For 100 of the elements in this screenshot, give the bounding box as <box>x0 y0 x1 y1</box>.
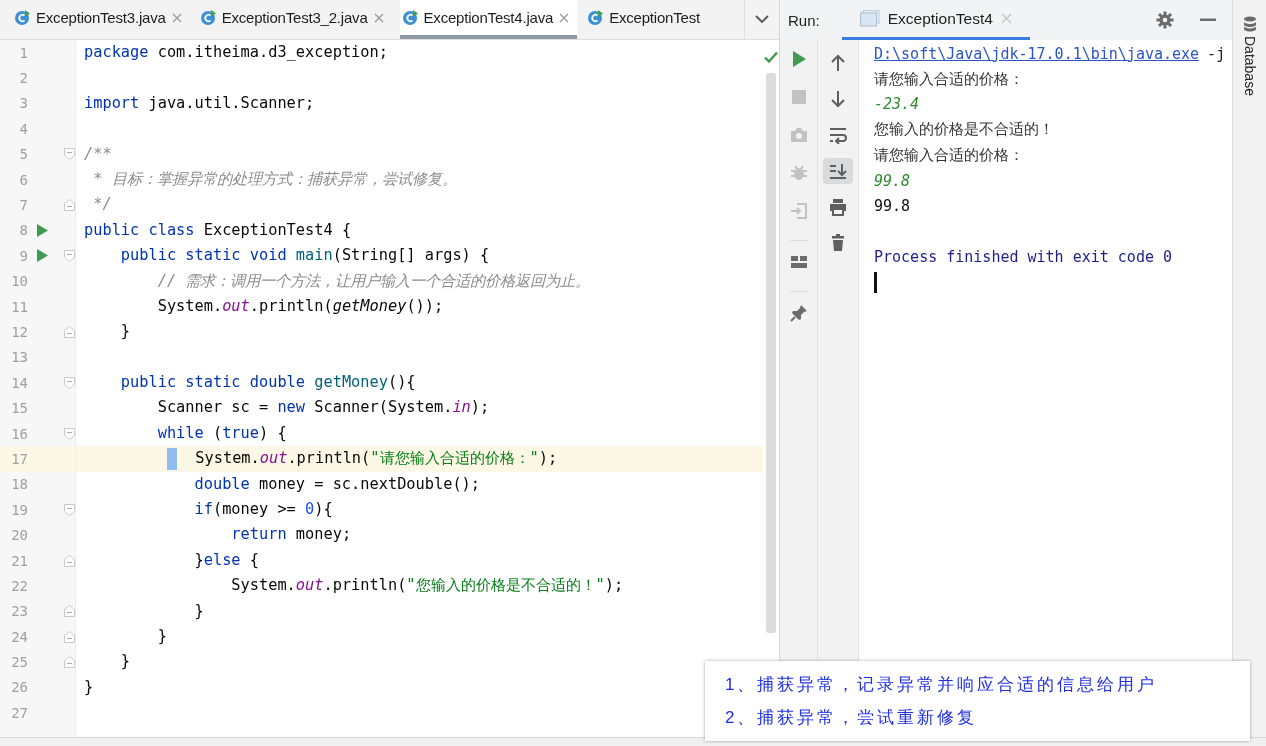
line-number: 17 <box>10 450 28 467</box>
line-number: 14 <box>10 374 28 391</box>
pin-icon[interactable] <box>789 304 808 322</box>
line-number: 18 <box>10 476 28 493</box>
line-number: 3 <box>18 95 28 112</box>
console-text: Process finished with exit code 0 <box>874 247 1172 266</box>
console-text: 请您输入合适的价格： <box>874 145 1024 165</box>
code-line: package com.itheima.d3_exception; <box>84 43 388 61</box>
wrap-icon[interactable] <box>829 126 847 144</box>
fold-icon[interactable] <box>64 656 75 669</box>
code-line: return money; <box>230 525 352 544</box>
line-number: 6 <box>18 171 28 188</box>
line-number: 2 <box>18 70 28 87</box>
code-line: } <box>119 652 131 671</box>
editor-tab[interactable]: ExceptionTest3.java <box>12 0 190 39</box>
fold-icon[interactable] <box>64 630 75 643</box>
editor-tab[interactable]: ExceptionTest <box>585 0 708 39</box>
code-line: } <box>84 677 94 696</box>
console-link[interactable]: D:\soft\Java\jdk-17.0.1\bin\java.exe <box>874 44 1200 63</box>
line-number: 9 <box>18 247 28 264</box>
print-icon[interactable] <box>829 198 847 216</box>
toggle-button[interactable] <box>823 158 853 184</box>
run-icon[interactable] <box>36 223 48 237</box>
fold-icon[interactable] <box>64 326 75 338</box>
line-number: 1 <box>18 44 28 61</box>
code-line: import java.util.Scanner; <box>84 93 315 112</box>
code-line: public static double getMoney(){ <box>119 373 416 392</box>
settings-icon[interactable] <box>1156 11 1174 29</box>
annotation-text: 2、捕获异常，尝试重新修复 <box>725 707 979 729</box>
class-file-icon <box>199 9 216 26</box>
arrow-down-icon[interactable] <box>829 90 847 108</box>
console-text: 99.8 <box>874 197 911 216</box>
line-number: 23 <box>10 603 28 620</box>
code-line: } <box>193 601 204 620</box>
panel-label: Run: <box>788 11 820 29</box>
code-line: } <box>119 322 131 341</box>
line-number: 24 <box>10 628 28 645</box>
scrollbar[interactable] <box>766 73 776 633</box>
line-number: 25 <box>10 654 28 671</box>
code-line: */ <box>92 195 112 214</box>
code-line: * 目标：掌握异常的处理方式：捕获异常，尝试修复。 <box>92 169 457 188</box>
console-text: -j <box>1207 44 1226 63</box>
line-number: 21 <box>10 552 28 569</box>
console-text: 您输入的价格是不合适的！ <box>874 120 1054 140</box>
fold-icon[interactable] <box>64 249 75 262</box>
console-text: 请您输入合适的价格： <box>874 69 1024 89</box>
line-number: 20 <box>10 527 28 544</box>
class-file-icon <box>14 9 30 26</box>
fold-icon[interactable] <box>64 554 75 567</box>
line-number: 15 <box>10 400 28 417</box>
fold-icon[interactable] <box>64 503 75 516</box>
class-file-icon <box>587 9 604 26</box>
line-number: 10 <box>10 273 28 290</box>
line-number: 26 <box>10 679 28 696</box>
editor-tab[interactable]: ExceptionTest3_2.java <box>197 0 392 39</box>
database-icon <box>1242 16 1257 32</box>
fold-icon[interactable] <box>64 427 75 440</box>
code-line: // 需求：调用一个方法，让用户输入一个合适的价格返回为止。 <box>156 271 591 290</box>
line-number: 22 <box>10 577 28 594</box>
code-line: Scanner sc = new Scanner(System.in); <box>156 398 490 417</box>
layout-icon[interactable] <box>789 253 808 271</box>
chevron-down-icon[interactable] <box>755 15 769 24</box>
run-tab[interactable]: ExceptionTest4 <box>841 0 1030 40</box>
code-line: if(money >= 0){ <box>193 500 333 519</box>
close-icon[interactable] <box>373 12 384 23</box>
code-line: while (true) { <box>156 423 287 442</box>
code-line: /** <box>84 144 112 163</box>
fold-icon[interactable] <box>64 148 75 161</box>
close-icon[interactable] <box>559 12 570 23</box>
line-number: 7 <box>18 197 28 214</box>
console-icon <box>859 10 880 27</box>
code-line: System.out.println("您输入的价格是不合适的！"); <box>230 576 624 595</box>
annotation-text: 1、捕获异常，记录异常并响应合适的信息给用户 <box>725 674 1159 696</box>
line-number: 4 <box>18 120 28 137</box>
line-number: 27 <box>10 704 28 721</box>
line-number: 12 <box>10 324 28 340</box>
line-number: 19 <box>10 501 28 518</box>
class-file-icon <box>401 9 418 26</box>
code-line: public class ExceptionTest4 { <box>84 220 352 239</box>
line-number: 5 <box>18 146 28 163</box>
line-number: 8 <box>18 222 28 239</box>
line-number: 13 <box>10 349 28 366</box>
close-icon[interactable] <box>1000 13 1012 24</box>
minimize-icon[interactable] <box>1200 18 1216 22</box>
typed-text: 99.8 <box>874 171 911 190</box>
code-line: System.out.println("请您输入合适的价格："); <box>84 449 558 468</box>
scroll-to-end-icon <box>829 162 847 180</box>
fold-icon[interactable] <box>64 376 75 389</box>
run-icon[interactable] <box>36 249 48 263</box>
code-line: } <box>156 627 167 645</box>
fold-icon[interactable] <box>64 605 75 618</box>
code-line: System.out.println(getMoney()); <box>156 296 444 315</box>
check-icon <box>763 49 779 65</box>
arrow-up-icon[interactable] <box>829 54 847 72</box>
editor-tab[interactable]: ExceptionTest4.java <box>399 0 578 39</box>
typed-text: -23.4 <box>874 95 920 114</box>
close-icon[interactable] <box>171 12 182 23</box>
trash-icon[interactable] <box>829 234 847 252</box>
fold-icon[interactable] <box>64 199 75 212</box>
database-tool-button[interactable]: Database <box>1241 16 1258 96</box>
